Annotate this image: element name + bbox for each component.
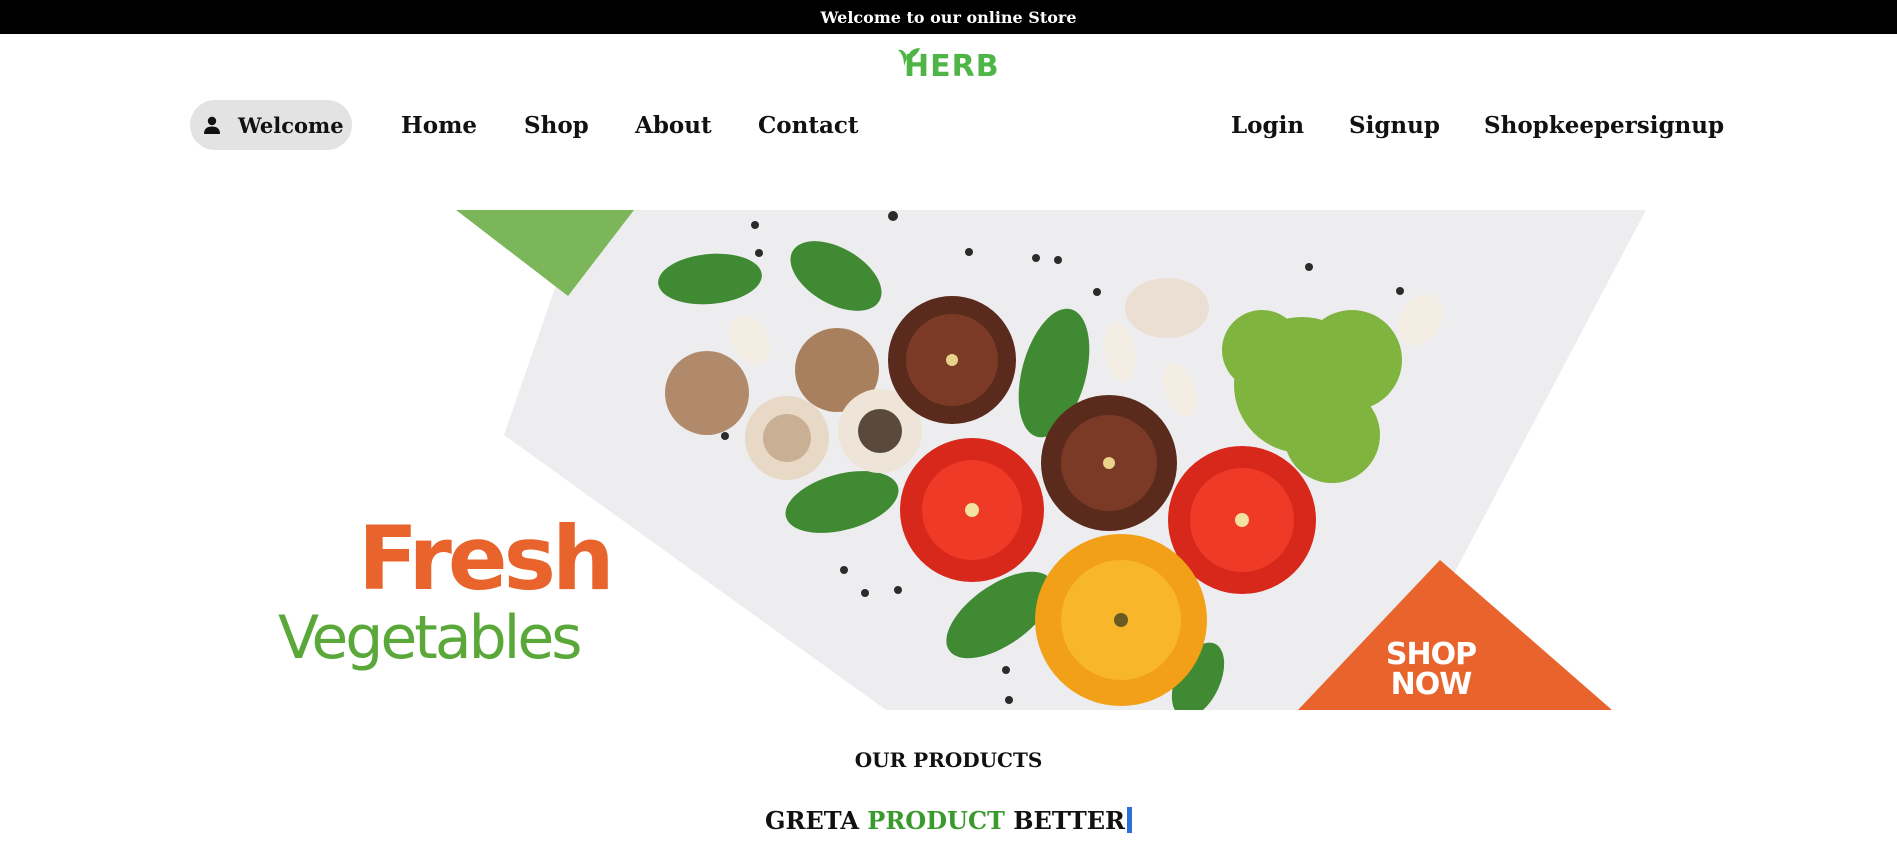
user-icon <box>204 116 220 134</box>
welcome-button[interactable]: Welcome <box>190 100 352 150</box>
banner-subheadline: Vegetables <box>278 603 583 673</box>
main-navigation: Welcome Home Shop About Contact Login Si… <box>0 100 1897 150</box>
nav-link-contact[interactable]: Contact <box>758 100 859 150</box>
brand-logo[interactable]: HERB <box>898 46 1002 86</box>
nav-link-home[interactable]: Home <box>401 100 477 150</box>
welcome-label: Welcome <box>238 112 344 138</box>
announcement-bar: Welcome to our online Store <box>0 0 1897 34</box>
tagline-accent: PRODUCT <box>867 806 1005 835</box>
announcement-text: Welcome to our online Store <box>820 7 1077 27</box>
nav-link-shopkeeper-signup[interactable]: Shopkeepersignup <box>1484 100 1724 150</box>
products-tagline: GRETA PRODUCT BETTER <box>0 806 1897 835</box>
products-heading: OUR PRODUCTS <box>854 748 1043 772</box>
tagline-part-2: BETTER <box>1013 806 1125 835</box>
hero-banner[interactable]: Fresh Vegetables SHOP NOW <box>262 210 1646 718</box>
banner-headline: Fresh <box>358 507 615 610</box>
nav-link-login[interactable]: Login <box>1231 100 1304 150</box>
leaf-icon <box>898 48 920 66</box>
shop-now-button[interactable]: SHOP NOW <box>1376 640 1486 700</box>
nav-link-shop[interactable]: Shop <box>524 100 589 150</box>
nav-link-signup[interactable]: Signup <box>1349 100 1440 150</box>
text-cursor <box>1126 807 1132 833</box>
nav-link-about[interactable]: About <box>635 100 712 150</box>
tagline-part-1: GRETA <box>765 806 859 835</box>
